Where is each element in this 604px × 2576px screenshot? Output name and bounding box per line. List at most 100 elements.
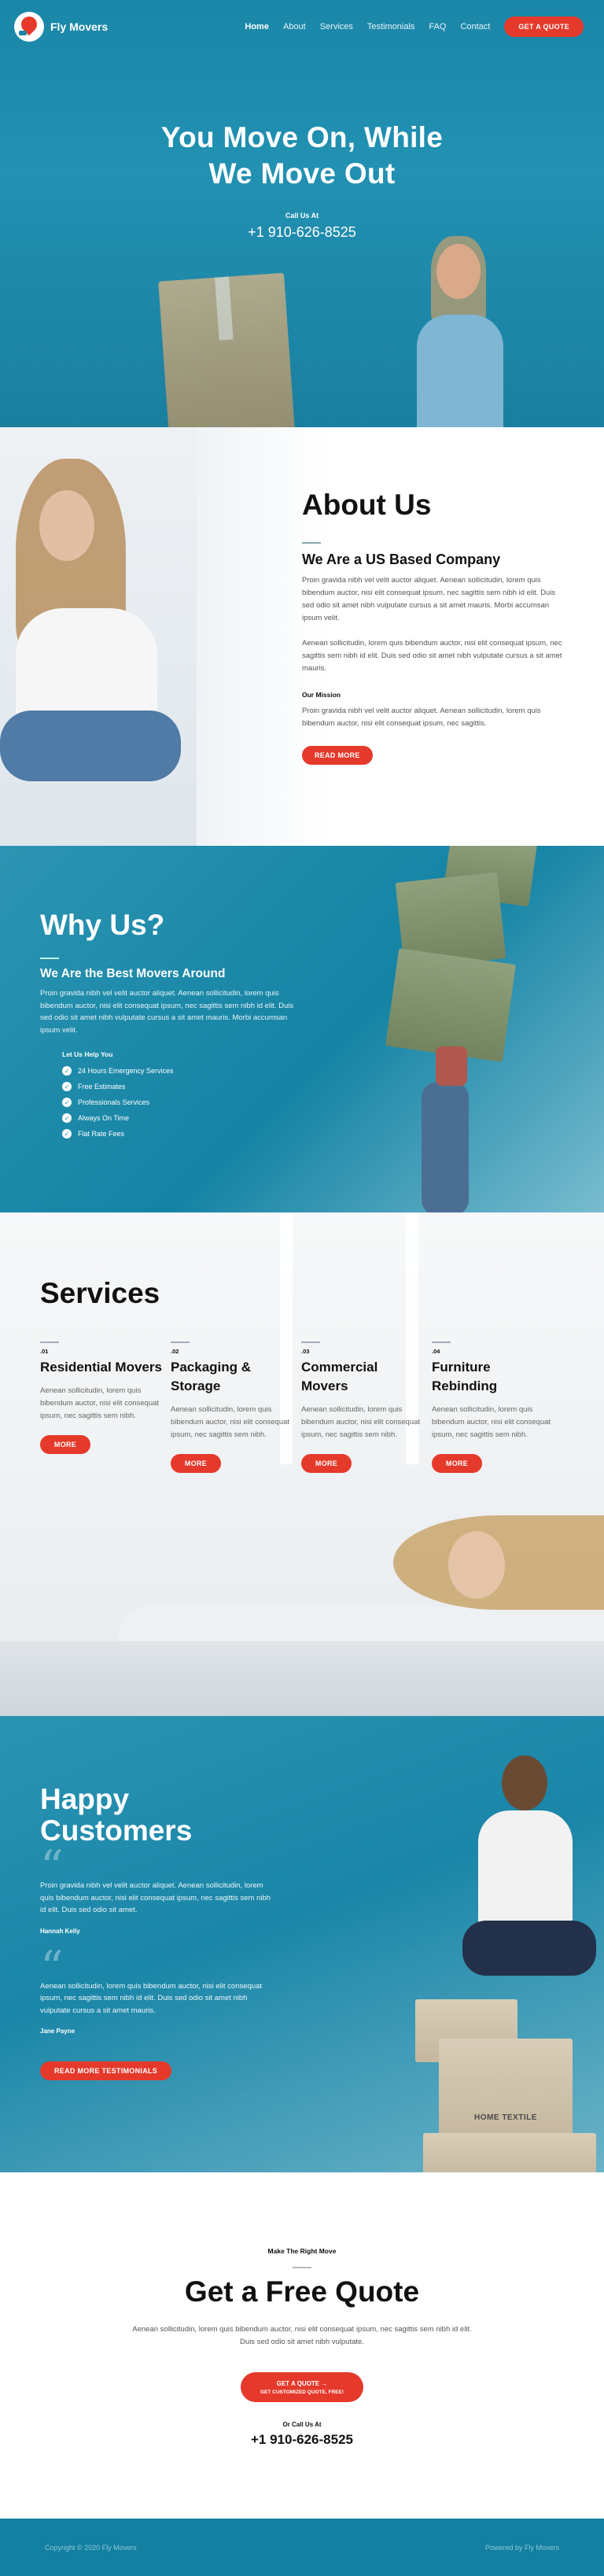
moving-box-image xyxy=(158,272,295,427)
testimonials-section: HOME TEXTILE Happy Customers “ Proin gra… xyxy=(0,1716,604,2172)
service-number: .03 xyxy=(301,1348,310,1355)
mission-title: Our Mission xyxy=(302,691,341,699)
logo-name: Fly Movers xyxy=(50,20,109,33)
service-number: .04 xyxy=(432,1348,440,1355)
services-title: Services xyxy=(40,1277,160,1309)
check-icon: ✓ xyxy=(62,1066,72,1076)
quote-icon: “ xyxy=(40,1840,64,1894)
service-title: Furniture Rebinding xyxy=(432,1360,498,1393)
testimonial-text: Proin gravida nibh vel velit auctor aliq… xyxy=(40,1881,271,1914)
nav-services[interactable]: Services xyxy=(320,22,353,31)
about-read-more-button[interactable]: READ MORE xyxy=(302,746,373,765)
cta-label: GET A QUOTE → xyxy=(276,2379,328,2387)
copyright-text: Copyright © 2020 Fly Movers xyxy=(45,2543,137,2552)
list-item: ✓ Always On Time xyxy=(62,1113,308,1123)
main-menu: Home About Services Testimonials FAQ Con… xyxy=(245,17,584,37)
services-woman-image xyxy=(346,1515,604,1681)
nav-home[interactable]: Home xyxy=(245,22,269,31)
list-item: ✓ Free Estimates xyxy=(62,1082,308,1091)
crate-label: HOME TEXTILE xyxy=(474,2113,537,2122)
check-icon: ✓ xyxy=(62,1129,72,1139)
service-number: .02 xyxy=(171,1348,179,1355)
service-text: Aenean sollicitudin, lorem quis bibendum… xyxy=(40,1386,160,1420)
about-title: About Us xyxy=(302,489,432,521)
quote-kicker: Make The Right Move xyxy=(267,2247,337,2255)
service-card: .02 Packaging & Storage Aenean sollicitu… xyxy=(171,1342,301,1473)
nav-contact[interactable]: Contact xyxy=(460,22,490,31)
service-card: .03 Commercial Movers Aenean sollicitudi… xyxy=(301,1342,432,1473)
quote-call-label: Or Call Us At xyxy=(282,2421,322,2428)
service-card: .01 Residential Movers Aenean sollicitud… xyxy=(40,1342,171,1473)
get-quote-cta-button[interactable]: GET A QUOTE → GET CUSTOMIZED QUOTE, FREE… xyxy=(241,2372,363,2402)
why-title: Why Us? xyxy=(40,909,165,941)
why-subtitle: We Are the Best Movers Around xyxy=(40,967,226,980)
hero-phone[interactable]: +1 910-626-8525 xyxy=(0,224,604,241)
about-section: About Us We Are a US Based Company Proin… xyxy=(0,427,604,846)
carried-boxes-image xyxy=(384,846,541,1212)
service-text: Aenean sollicitudin, lorem quis bibendum… xyxy=(301,1405,421,1439)
why-list: ✓ 24 Hours Emergency Services ✓ Free Estim… xyxy=(62,1066,308,1139)
happy-title: Happy Customers xyxy=(40,1783,193,1847)
service-more-button[interactable]: MORE xyxy=(40,1435,90,1454)
service-more-button[interactable]: MORE xyxy=(432,1454,482,1473)
quote-text: Aenean sollicitudin, lorem quis bibendum… xyxy=(132,2325,472,2346)
quote-phone[interactable]: +1 910-626-8525 xyxy=(0,2432,604,2448)
about-subtitle: We Are a US Based Company xyxy=(302,552,501,567)
why-us-content: Why Us? We Are the Best Movers Around Pr… xyxy=(40,909,308,1145)
service-more-button[interactable]: MORE xyxy=(301,1454,352,1473)
mission-text: Proin gravida nibh vel velit auctor aliq… xyxy=(302,707,541,728)
about-paragraph-1: Proin gravida nibh vel velit auctor aliq… xyxy=(302,576,556,622)
list-item: ✓ Flat Rate Fees xyxy=(62,1129,308,1139)
hero-woman-body xyxy=(417,315,503,427)
powered-by-text: Powered by Fly Movers xyxy=(484,2543,559,2552)
check-icon: ✓ xyxy=(62,1082,72,1091)
quote-title: Get a Free Quote xyxy=(184,2275,420,2308)
list-item: ✓ Professionals Services xyxy=(62,1098,308,1107)
service-more-button[interactable]: MORE xyxy=(171,1454,221,1473)
service-title: Residential Movers xyxy=(40,1360,162,1375)
service-title: Packaging & Storage xyxy=(171,1360,252,1393)
testimonials-content: Happy Customers “ Proin gravida nibh vel… xyxy=(40,1784,276,2080)
why-us-section: Why Us? We Are the Best Movers Around Pr… xyxy=(0,846,604,1212)
list-item: ✓ 24 Hours Emergency Services xyxy=(62,1066,308,1076)
services-section: Services .01 Residential Movers Aenean s… xyxy=(0,1212,604,1716)
why-list-title: Let Us Help You xyxy=(62,1050,113,1058)
service-title: Commercial Movers xyxy=(301,1360,378,1393)
why-text: Proin gravida nibh vel velit auctor aliq… xyxy=(40,989,294,1035)
get-quote-button[interactable]: GET A QUOTE xyxy=(504,17,584,37)
check-icon: ✓ xyxy=(62,1098,72,1107)
testimonial-text: Aenean sollicitudin, lorem quis bibendum… xyxy=(40,1981,262,2015)
read-more-testimonials-button[interactable]: READ MORE TESTIMONIALS xyxy=(40,2061,172,2080)
site-header: Fly Movers Home About Services Testimoni… xyxy=(0,0,604,54)
hero-title-line2: We Move Out xyxy=(208,157,396,190)
cta-sublabel: GET CUSTOMIZED QUOTE, FREE! xyxy=(260,2389,344,2395)
divider xyxy=(302,542,321,544)
hero-section: Fly Movers Home About Services Testimoni… xyxy=(0,0,604,427)
about-paragraph-2: Aenean sollicitudin, lorem quis bibendum… xyxy=(302,639,562,673)
nav-about[interactable]: About xyxy=(283,22,306,31)
hero-title-line1: You Move On, While xyxy=(160,121,444,153)
logo[interactable]: Fly Movers xyxy=(14,12,108,42)
service-number: .01 xyxy=(40,1348,49,1355)
quote-icon: “ xyxy=(40,1940,64,1995)
hero-woman-face xyxy=(436,244,481,299)
service-card: .04 Furniture Rebinding Aenean sollicitu… xyxy=(432,1342,562,1473)
divider xyxy=(40,958,59,959)
about-content: About Us We Are a US Based Company Proin… xyxy=(302,489,569,765)
services-list: .01 Residential Movers Aenean sollicitud… xyxy=(40,1342,562,1473)
hero-title: You Move On, While We Move Out xyxy=(0,120,604,192)
site-footer: Copyright © 2020 Fly Movers Powered by F… xyxy=(0,2519,604,2576)
nav-testimonials[interactable]: Testimonials xyxy=(367,22,415,31)
service-text: Aenean sollicitudin, lorem quis bibendum… xyxy=(171,1405,290,1439)
logo-icon xyxy=(14,12,44,42)
free-quote-section: Make The Right Move Get a Free Quote Aen… xyxy=(0,2172,604,2519)
testimonial-author: Jane Payne xyxy=(40,2028,76,2035)
about-photo xyxy=(0,427,197,846)
nav-faq[interactable]: FAQ xyxy=(429,22,446,31)
divider xyxy=(293,2267,311,2268)
check-icon: ✓ xyxy=(62,1113,72,1123)
hero-call-label: Call Us At xyxy=(285,212,319,220)
service-text: Aenean sollicitudin, lorem quis bibendum… xyxy=(432,1405,551,1439)
testimonial-author: Hannah Kelly xyxy=(40,1927,80,1935)
customer-man-image: HOME TEXTILE xyxy=(368,1740,604,2172)
